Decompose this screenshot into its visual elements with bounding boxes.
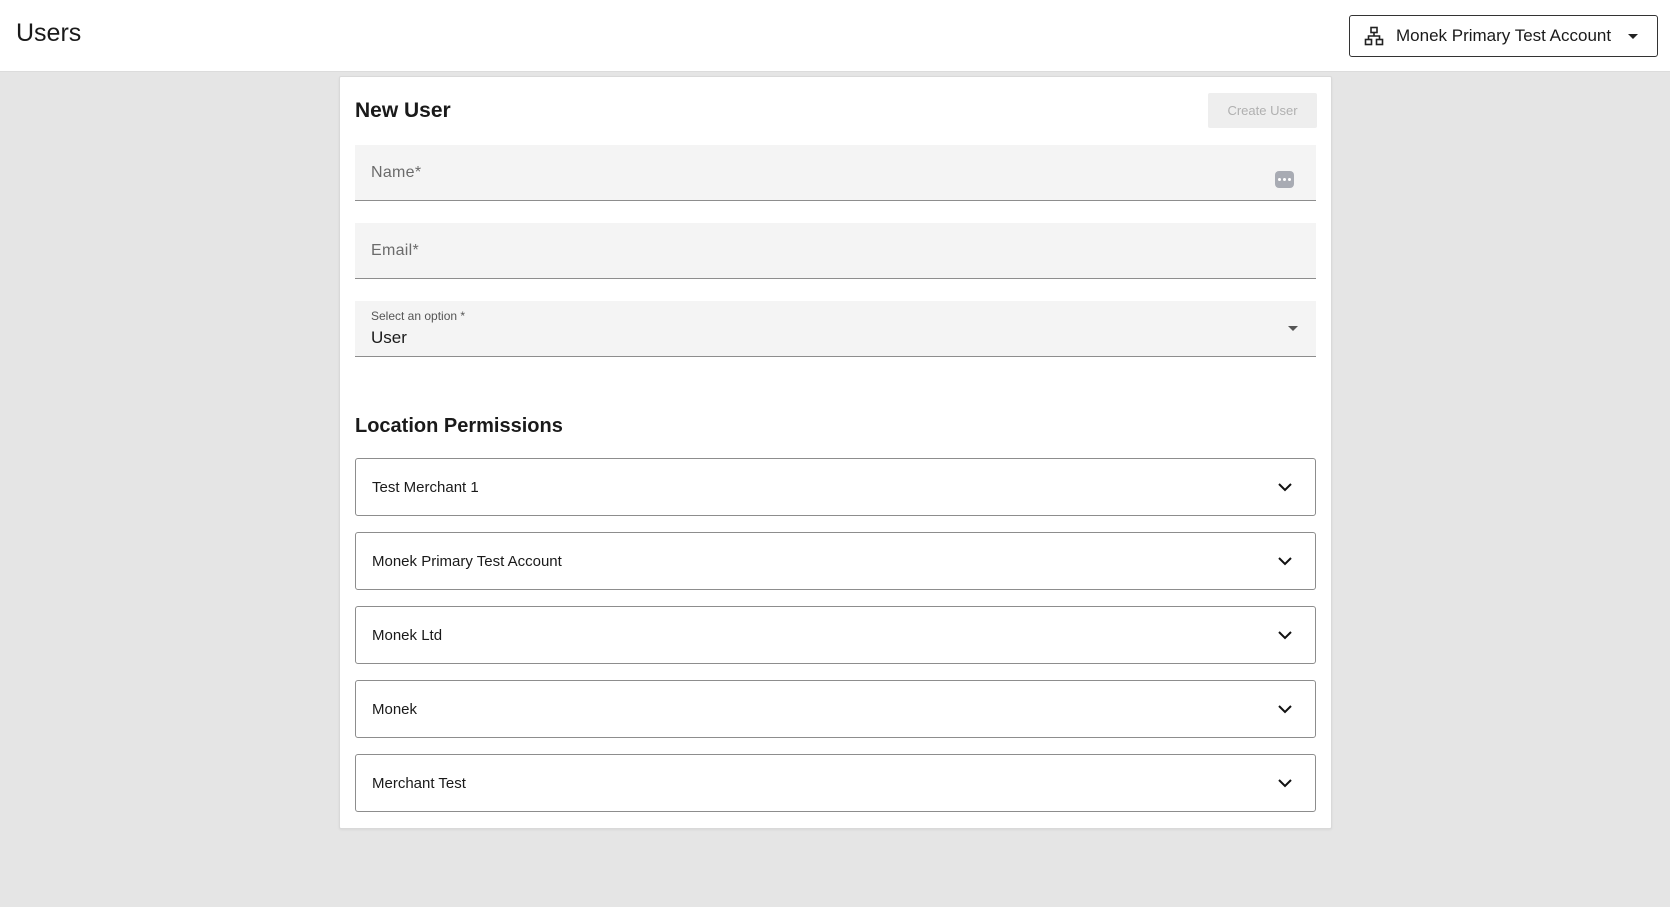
permission-item-label: Monek Ltd: [372, 627, 443, 644]
chevron-down-icon: [1278, 483, 1292, 492]
permission-item[interactable]: Monek Ltd: [355, 606, 1316, 664]
email-field[interactable]: Email*: [355, 223, 1316, 279]
chevron-down-icon: [1278, 631, 1292, 640]
form-title: New User: [355, 99, 451, 122]
chevron-down-icon: [1278, 705, 1292, 714]
permission-item-label: Merchant Test: [372, 775, 466, 792]
permission-item-label: Test Merchant 1: [372, 479, 479, 496]
caret-down-icon: [1288, 326, 1298, 331]
permission-item[interactable]: Monek: [355, 680, 1316, 738]
chevron-down-icon: [1278, 557, 1292, 566]
top-bar: Users Monek Primary Test Account: [0, 0, 1670, 72]
permission-item-label: Monek: [372, 701, 418, 718]
chevron-down-icon: [1278, 779, 1292, 788]
name-field[interactable]: Name*: [355, 145, 1316, 201]
role-select-label: Select an option *: [371, 309, 466, 323]
new-user-card: New User Create User Name* Email* Select…: [339, 76, 1332, 829]
role-select[interactable]: Select an option * User: [355, 301, 1316, 357]
org-chart-icon: [1364, 26, 1384, 46]
create-user-button[interactable]: Create User: [1208, 93, 1317, 128]
permission-item[interactable]: Monek Primary Test Account: [355, 532, 1316, 590]
role-select-value: User: [371, 328, 407, 347]
account-selector-label: Monek Primary Test Account: [1396, 26, 1612, 45]
name-field-placeholder: Name*: [371, 164, 422, 181]
email-field-placeholder: Email*: [371, 242, 420, 259]
permission-item[interactable]: Test Merchant 1: [355, 458, 1316, 516]
permission-item-label: Monek Primary Test Account: [372, 553, 562, 570]
permission-item[interactable]: Merchant Test: [355, 754, 1316, 812]
account-selector-button[interactable]: Monek Primary Test Account: [1349, 15, 1658, 57]
autofill-dots-icon[interactable]: [1275, 171, 1294, 188]
page-title: Users: [16, 19, 82, 47]
location-permissions-title: Location Permissions: [355, 415, 563, 437]
caret-down-icon: [1628, 33, 1638, 39]
